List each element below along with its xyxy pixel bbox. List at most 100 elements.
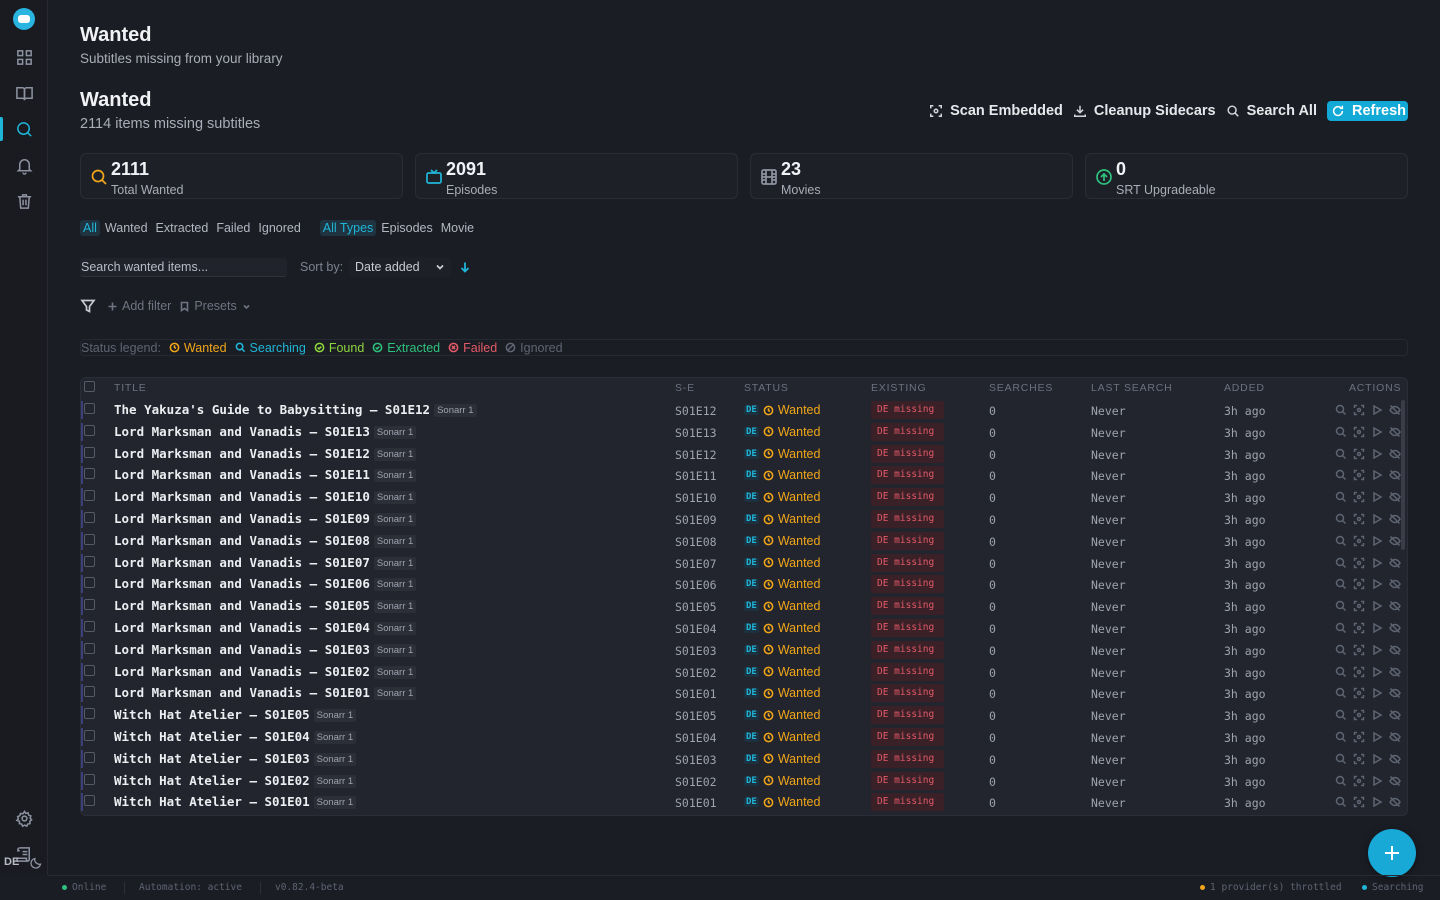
search-all-button[interactable]: Search All [1226, 101, 1317, 121]
eye-off-icon[interactable] [1389, 709, 1401, 721]
table-row[interactable]: Lord Marksman and Vanadis – S01E10 Sonarr… [81, 486, 1407, 508]
eye-off-icon[interactable] [1389, 491, 1401, 503]
row-title[interactable]: Lord Marksman and Vanadis – S01E11 Sonarr… [114, 467, 417, 483]
eye-off-icon[interactable] [1389, 775, 1401, 787]
scan-icon[interactable] [1353, 513, 1365, 525]
scan-icon[interactable] [1353, 666, 1365, 678]
search-input[interactable] [80, 258, 287, 277]
app-logo[interactable] [13, 8, 35, 30]
row-checkbox[interactable] [84, 424, 95, 436]
row-title[interactable]: Witch Hat Atelier – S01E05 Sonarr 1 [114, 707, 357, 723]
search-icon[interactable] [1335, 491, 1347, 503]
play-icon[interactable] [1371, 687, 1383, 699]
play-icon[interactable] [1371, 426, 1383, 438]
play-icon[interactable] [1371, 666, 1383, 678]
col-title[interactable]: TITLE [114, 382, 147, 394]
table-row[interactable]: Lord Marksman and Vanadis – S01E01 Sonarr… [81, 682, 1407, 704]
search-icon[interactable] [1335, 600, 1347, 612]
row-title[interactable]: Lord Marksman and Vanadis – S01E13 Sonarr… [114, 424, 417, 439]
search-icon[interactable] [1335, 513, 1347, 525]
scan-icon[interactable] [1353, 557, 1365, 569]
table-row[interactable]: Lord Marksman and Vanadis – S01E03 Sonarr… [81, 639, 1407, 661]
row-checkbox[interactable] [84, 446, 95, 458]
eye-off-icon[interactable] [1389, 426, 1401, 438]
tab-all-types[interactable]: All Types [319, 220, 377, 236]
row-title[interactable]: Lord Marksman and Vanadis – S01E07 Sonarr… [114, 555, 417, 570]
play-icon[interactable] [1371, 709, 1383, 721]
play-icon[interactable] [1371, 448, 1383, 460]
scan-icon[interactable] [1353, 687, 1365, 699]
tab-episodes[interactable]: Episodes [378, 220, 435, 236]
search-icon[interactable] [1335, 644, 1347, 656]
scan-icon[interactable] [1353, 796, 1365, 808]
play-icon[interactable] [1371, 535, 1383, 547]
table-row[interactable]: Witch Hat Atelier – S01E04 Sonarr 1 S01E04… [81, 726, 1407, 748]
row-title[interactable]: Lord Marksman and Vanadis – S01E05 Sonarr… [114, 598, 417, 614]
tab-movie[interactable]: Movie [438, 220, 477, 236]
scan-icon[interactable] [1353, 491, 1365, 503]
play-icon[interactable] [1371, 796, 1383, 808]
play-icon[interactable] [1371, 578, 1383, 590]
eye-off-icon[interactable] [1389, 666, 1401, 678]
table-row[interactable]: Lord Marksman and Vanadis – S01E07 Sonarr… [81, 552, 1407, 574]
bell-icon[interactable] [0, 147, 48, 183]
add-filter-button[interactable]: Add filter [107, 299, 171, 313]
col-last-search[interactable]: LAST SEARCH [1091, 382, 1173, 394]
search-icon[interactable] [1335, 622, 1347, 634]
row-checkbox[interactable] [84, 621, 95, 632]
row-title[interactable]: Lord Marksman and Vanadis – S01E04 Sonarr… [114, 620, 417, 635]
table-row[interactable]: Witch Hat Atelier – S01E05 Sonarr 1 S01E05… [81, 704, 1407, 726]
row-title[interactable]: Lord Marksman and Vanadis – S01E03 Sonarr… [114, 642, 417, 657]
play-icon[interactable] [1371, 775, 1383, 787]
table-row[interactable]: Lord Marksman and Vanadis – S01E04 Sonarr… [81, 617, 1407, 639]
tab-extracted[interactable]: Extracted [153, 220, 212, 236]
eye-off-icon[interactable] [1389, 600, 1401, 612]
row-checkbox[interactable] [84, 795, 95, 807]
search-icon[interactable] [1335, 557, 1347, 569]
row-title[interactable]: Lord Marksman and Vanadis – S01E10 Sonarr… [114, 489, 417, 505]
row-title[interactable]: The Yakuza's Guide to Babysitting – S01E… [114, 402, 477, 417]
row-title[interactable]: Lord Marksman and Vanadis – S01E08 Sonarr… [114, 533, 417, 548]
play-icon[interactable] [1371, 731, 1383, 743]
library-icon[interactable] [0, 75, 48, 111]
search-icon[interactable] [1335, 426, 1347, 438]
search-icon[interactable] [1335, 578, 1347, 590]
row-title[interactable]: Lord Marksman and Vanadis – S01E12 Sonarr… [114, 446, 417, 461]
trash-icon[interactable] [0, 183, 48, 219]
search-icon[interactable] [1335, 448, 1347, 460]
settings-icon[interactable] [0, 800, 48, 836]
table-row[interactable]: Lord Marksman and Vanadis – S01E13 Sonarr… [81, 421, 1407, 443]
scan-embedded-button[interactable]: Scan Embedded [929, 101, 1063, 121]
row-checkbox[interactable] [84, 773, 95, 785]
play-icon[interactable] [1371, 557, 1383, 569]
play-icon[interactable] [1371, 491, 1383, 503]
table-row[interactable]: Lord Marksman and Vanadis – S01E05 Sonarr… [81, 595, 1407, 617]
row-title[interactable]: Witch Hat Atelier – S01E02 Sonarr 1 [114, 773, 357, 788]
scan-icon[interactable] [1353, 469, 1365, 481]
scan-icon[interactable] [1353, 731, 1365, 743]
select-all-checkbox[interactable] [84, 381, 95, 392]
theme-toggle-icon[interactable] [30, 855, 44, 869]
search-icon[interactable] [1335, 709, 1347, 721]
row-checkbox[interactable] [84, 599, 95, 611]
row-title[interactable]: Witch Hat Atelier – S01E01 Sonarr 1 [114, 794, 357, 810]
play-icon[interactable] [1371, 753, 1383, 765]
col-searches[interactable]: SEARCHES [989, 382, 1053, 394]
eye-off-icon[interactable] [1389, 644, 1401, 656]
eye-off-icon[interactable] [1389, 535, 1401, 547]
eye-off-icon[interactable] [1389, 622, 1401, 634]
play-icon[interactable] [1371, 404, 1383, 416]
search-icon[interactable] [1335, 404, 1347, 416]
row-checkbox[interactable] [84, 555, 95, 567]
col-status[interactable]: STATUS [744, 382, 789, 394]
eye-off-icon[interactable] [1389, 731, 1401, 743]
eye-off-icon[interactable] [1389, 404, 1401, 416]
row-checkbox[interactable] [84, 468, 95, 480]
tab-ignored[interactable]: Ignored [255, 220, 303, 236]
scan-icon[interactable] [1353, 404, 1365, 416]
play-icon[interactable] [1371, 469, 1383, 481]
table-row[interactable]: The Yakuza's Guide to Babysitting – S01E… [81, 399, 1407, 421]
add-button[interactable] [1368, 829, 1416, 877]
scan-icon[interactable] [1353, 448, 1365, 460]
table-row[interactable]: Lord Marksman and Vanadis – S01E06 Sonarr… [81, 573, 1407, 595]
